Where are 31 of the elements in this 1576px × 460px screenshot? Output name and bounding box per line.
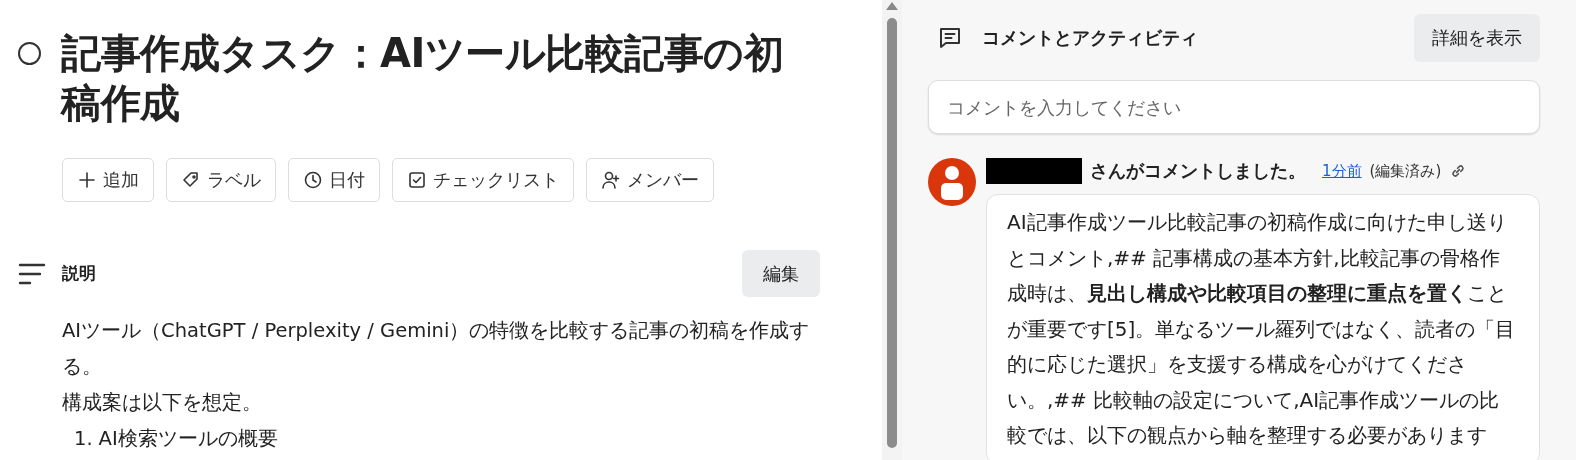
add-person-icon	[601, 170, 621, 190]
scrollbar[interactable]	[882, 0, 902, 460]
section-heading: 説明	[62, 262, 97, 285]
action-button[interactable]: 日付	[288, 158, 380, 202]
clock-icon	[303, 170, 323, 190]
avatar-icon	[928, 158, 976, 206]
tag-icon	[181, 170, 201, 190]
comment-icon	[938, 26, 962, 50]
list-number: 1.	[74, 426, 93, 452]
action-button[interactable]: メンバー	[586, 158, 714, 202]
scrollbar-thumb[interactable]	[887, 18, 897, 448]
task-title: 記事作成タスク：AIツール比較記事の初稿作成	[61, 29, 785, 128]
section-heading: コメントとアクティビティ	[982, 26, 1199, 50]
status-circle[interactable]	[18, 42, 41, 65]
description-text: 構成案は以下を想定。	[62, 390, 263, 416]
action-button[interactable]: 追加	[62, 158, 154, 202]
scroll-up-icon[interactable]	[886, 2, 898, 10]
timestamp-link[interactable]: 1分前	[1322, 161, 1362, 181]
comment-input[interactable]: コメントを入力してください	[928, 80, 1540, 134]
list-item: AI検索ツールの概要	[98, 426, 278, 452]
checkbox-icon	[407, 170, 427, 190]
plus-icon	[77, 170, 97, 190]
edit-button[interactable]: 編集	[742, 250, 820, 297]
edited-label: (編集済み)	[1369, 161, 1442, 181]
action-button[interactable]: チェックリスト	[392, 158, 574, 202]
comment-author-text: さんがコメントしました。	[1090, 159, 1306, 183]
action-button[interactable]: ラベル	[166, 158, 276, 202]
description-icon	[18, 261, 46, 286]
show-details-button[interactable]: 詳細を表示	[1414, 14, 1540, 62]
description-text: AIツール（ChatGPT / Perplexity / Gemini）の特徴を比較する記事の初稿を作成する。	[62, 318, 811, 380]
comment-text: AI記事作成ツール比較記事の初稿作成に向けた申し送りとコメント,## 記事構成の基本方針,比較記事の骨格作成時は、見出し構成や比較項目の整理に重点を置くことが重要です[5]。単なるツール羅列ではなく、読者の「目的に応じた選択」を支援する構成を心がけてください。,## 比較軸の設定について,AI記事作成ツールの比較では、以下の観点から軸を整理する必要があります	[986, 194, 1540, 460]
